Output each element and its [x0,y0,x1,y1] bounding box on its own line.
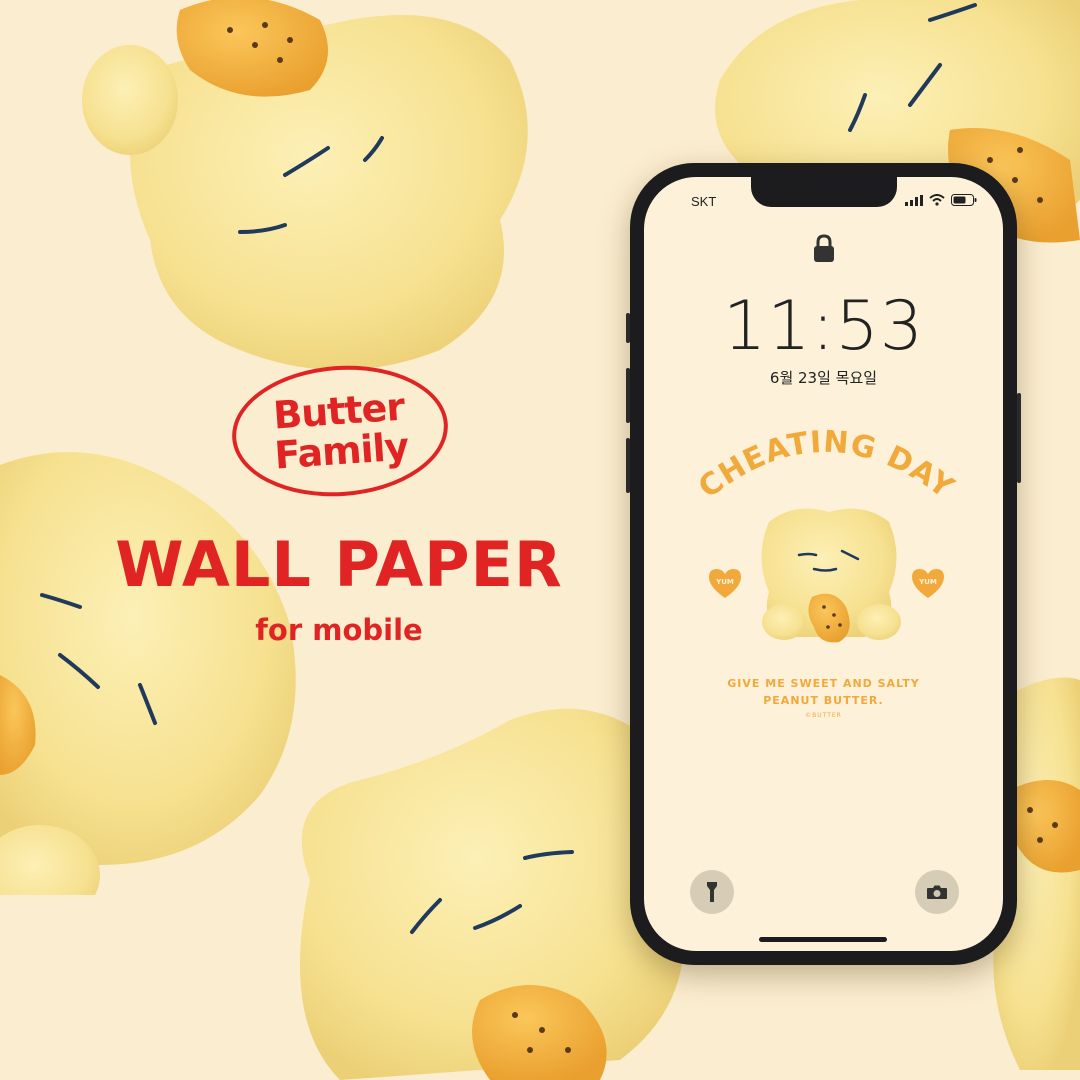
heart-left-label: YUM [715,578,734,586]
carrier-label: SKT [691,194,717,209]
brand-logo-line2: Family [273,424,410,478]
lock-icon [814,234,834,262]
wallpaper-copyright: ©BUTTER [805,712,842,719]
battery-icon [951,194,977,206]
wallpaper-tagline-1: GIVE ME SWEET AND SALTY [727,677,920,690]
home-indicator[interactable] [759,937,887,942]
phone-side-button [626,313,630,343]
camera-button[interactable] [915,870,959,914]
phone-volume-down [626,438,630,493]
status-icons [905,194,977,206]
lock-screen: SKT 11:53 6월 23일 목요일 CHEATING DAY YUM YU… [644,177,1003,951]
wallpaper-arc-text: CHEATING DAY [692,425,959,507]
phone-volume-up [626,368,630,423]
phone-mockup: SKT 11:53 6월 23일 목요일 CHEATING DAY YUM YU… [626,163,1021,965]
lock-date: 6월 23일 목요일 [769,369,878,387]
headline: WALL PAPER [115,528,563,601]
flashlight-button[interactable] [690,870,734,914]
lock-clock: 11:53 [723,287,924,366]
plush-top-left-image [82,0,528,370]
heart-right-icon: YUM [912,569,944,598]
plush-left-image [0,452,296,895]
flashlight-icon [707,882,717,902]
wifi-icon [929,194,945,206]
phone-power-button [1017,393,1021,483]
svg-text:CHEATING DAY: CHEATING DAY [692,425,960,507]
heart-right-label: YUM [918,578,937,586]
subhead: for mobile [255,613,423,647]
camera-icon [927,885,947,899]
heart-left-icon: YUM [709,569,741,598]
phone-notch [751,177,897,207]
wallpaper-tagline-2: PEANUT BUTTER. [763,694,884,707]
signal-icon [905,194,923,206]
wallpaper-plush-image [761,508,901,643]
